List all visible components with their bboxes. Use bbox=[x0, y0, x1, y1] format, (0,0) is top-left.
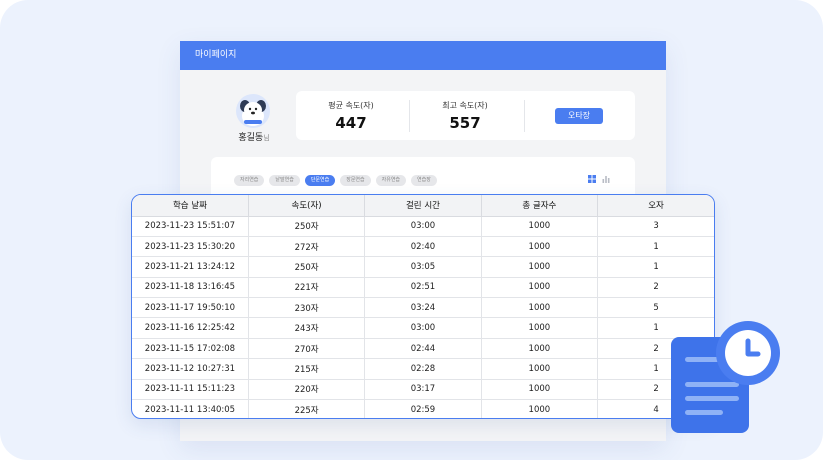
cell-time: 02:40 bbox=[364, 236, 482, 258]
cell-speed: 221자 bbox=[248, 277, 366, 299]
document-line bbox=[685, 396, 739, 401]
cell-date: 2023-11-11 13:40:05 bbox=[132, 399, 249, 418]
cell-speed: 243자 bbox=[248, 317, 366, 339]
cell-chars: 1000 bbox=[481, 379, 599, 401]
username: 홍길동님 bbox=[224, 130, 284, 143]
cell-speed: 215자 bbox=[248, 358, 366, 380]
clock-icon bbox=[716, 321, 780, 385]
avg-speed-label: 평균 속도(자) bbox=[328, 101, 374, 110]
cell-chars: 1000 bbox=[481, 277, 599, 299]
illustration-card: 마이페이지 홍길동님 평균 속도(자) 447 최고 속도(자) 557 오타장… bbox=[0, 0, 823, 460]
cell-time: 02:44 bbox=[364, 338, 482, 360]
cell-chars: 1000 bbox=[481, 358, 599, 380]
clock-face bbox=[725, 330, 771, 376]
table-row[interactable]: 2023-11-23 15:51:07 250자 03:00 1000 3 bbox=[132, 216, 714, 237]
grid-view-icon[interactable] bbox=[588, 175, 596, 183]
stats-panel: 평균 속도(자) 447 최고 속도(자) 557 오타장 bbox=[296, 91, 635, 140]
table-row[interactable]: 2023-11-15 17:02:08 270자 02:44 1000 2 bbox=[132, 338, 714, 360]
cell-time: 02:28 bbox=[364, 358, 482, 380]
cell-chars: 1000 bbox=[481, 236, 599, 258]
cell-date: 2023-11-11 15:11:23 bbox=[132, 379, 249, 401]
chip-short-practice[interactable]: 단문연습 bbox=[304, 175, 336, 186]
cell-chars: 1000 bbox=[481, 297, 599, 319]
table-row[interactable]: 2023-11-16 12:25:42 243자 03:00 1000 1 bbox=[132, 317, 714, 339]
cell-time: 03:17 bbox=[364, 379, 482, 401]
table-body: 2023-11-23 15:51:07 250자 03:00 1000 3 2023-11… bbox=[132, 216, 714, 418]
history-table: 학습 날짜 속도(자) 걸린 시간 총 글자수 오자 2023-11-23 15… bbox=[131, 194, 715, 419]
col-errors: 오자 bbox=[597, 195, 714, 217]
cell-time: 03:05 bbox=[364, 256, 482, 278]
table-row[interactable]: 2023-11-21 13:24:12 250자 03:05 1000 1 bbox=[132, 256, 714, 278]
cell-errors: 1 bbox=[597, 256, 714, 278]
username-text: 홍길동 bbox=[238, 133, 264, 143]
cell-speed: 250자 bbox=[248, 256, 366, 278]
view-toggle bbox=[588, 175, 610, 183]
cell-date: 2023-11-23 15:51:07 bbox=[132, 216, 249, 237]
cell-chars: 1000 bbox=[481, 216, 599, 237]
clock-hands bbox=[745, 338, 761, 357]
cell-time: 02:59 bbox=[364, 399, 482, 418]
table-row[interactable]: 2023-11-17 19:50:10 230자 03:24 1000 5 bbox=[132, 297, 714, 319]
cell-date: 2023-11-23 15:30:20 bbox=[132, 236, 249, 258]
table-row[interactable]: 2023-11-12 10:27:31 215자 02:28 1000 1 bbox=[132, 358, 714, 380]
chip-word-practice[interactable]: 낱말연습 bbox=[269, 175, 300, 186]
cell-time: 02:51 bbox=[364, 277, 482, 299]
col-chars: 총 글자수 bbox=[481, 195, 599, 217]
max-speed-value: 557 bbox=[449, 114, 481, 132]
typo-log-button[interactable]: 오타장 bbox=[555, 108, 603, 124]
cell-speed: 225자 bbox=[248, 399, 366, 418]
chip-long-practice[interactable]: 장문연습 bbox=[340, 175, 371, 186]
chart-view-icon[interactable] bbox=[602, 175, 610, 183]
max-speed-label: 최고 속도(자) bbox=[442, 101, 488, 110]
cell-time: 03:24 bbox=[364, 297, 482, 319]
cell-chars: 1000 bbox=[481, 399, 599, 418]
cell-date: 2023-11-15 17:02:08 bbox=[132, 338, 249, 360]
max-speed-stat: 최고 속도(자) 557 bbox=[410, 100, 520, 132]
cell-speed: 270자 bbox=[248, 338, 366, 360]
cell-errors: 3 bbox=[597, 216, 714, 237]
chip-practice-board[interactable]: 연습장 bbox=[411, 175, 437, 186]
col-time: 걸린 시간 bbox=[364, 195, 482, 217]
username-suffix: 님 bbox=[263, 134, 270, 142]
cell-errors: 5 bbox=[597, 297, 714, 319]
table-header-row: 학습 날짜 속도(자) 걸린 시간 총 글자수 오자 bbox=[132, 195, 714, 217]
cell-speed: 272자 bbox=[248, 236, 366, 258]
avatar-dog-icon bbox=[240, 100, 266, 126]
cell-date: 2023-11-12 10:27:31 bbox=[132, 358, 249, 380]
filter-chips: 자리연습 낱말연습 단문연습 장문연습 자유연습 연습장 bbox=[234, 175, 437, 186]
document-line bbox=[685, 410, 723, 415]
window-title: 마이페이지 bbox=[180, 41, 666, 70]
col-date: 학습 날짜 bbox=[132, 195, 249, 217]
avatar bbox=[236, 94, 270, 128]
col-speed: 속도(자) bbox=[248, 195, 366, 217]
cell-errors: 1 bbox=[597, 236, 714, 258]
cell-errors: 1 bbox=[597, 317, 714, 339]
avg-speed-stat: 평균 속도(자) 447 bbox=[296, 100, 406, 132]
table-row[interactable]: 2023-11-11 15:11:23 220자 03:17 1000 2 bbox=[132, 379, 714, 401]
cell-date: 2023-11-17 19:50:10 bbox=[132, 297, 249, 319]
table-row[interactable]: 2023-11-18 13:16:45 221자 02:51 1000 2 bbox=[132, 277, 714, 299]
cell-date: 2023-11-16 12:25:42 bbox=[132, 317, 249, 339]
cell-chars: 1000 bbox=[481, 317, 599, 339]
cell-time: 03:00 bbox=[364, 317, 482, 339]
cell-date: 2023-11-18 13:16:45 bbox=[132, 277, 249, 299]
cell-chars: 1000 bbox=[481, 256, 599, 278]
table-row[interactable]: 2023-11-23 15:30:20 272자 02:40 1000 1 bbox=[132, 236, 714, 258]
cell-speed: 250자 bbox=[248, 216, 366, 237]
chip-position-practice[interactable]: 자리연습 bbox=[234, 175, 265, 186]
table-row[interactable]: 2023-11-11 13:40:05 225자 02:59 1000 4 bbox=[132, 399, 714, 418]
stat-divider bbox=[524, 100, 525, 132]
chip-free-practice[interactable]: 자유연습 bbox=[375, 175, 407, 186]
avg-speed-value: 447 bbox=[335, 114, 367, 132]
cell-errors: 2 bbox=[597, 277, 714, 299]
cell-chars: 1000 bbox=[481, 338, 599, 360]
cell-speed: 230자 bbox=[248, 297, 366, 319]
cell-speed: 220자 bbox=[248, 379, 366, 401]
cell-date: 2023-11-21 13:24:12 bbox=[132, 256, 249, 278]
cell-time: 03:00 bbox=[364, 216, 482, 237]
document-line bbox=[685, 382, 739, 387]
